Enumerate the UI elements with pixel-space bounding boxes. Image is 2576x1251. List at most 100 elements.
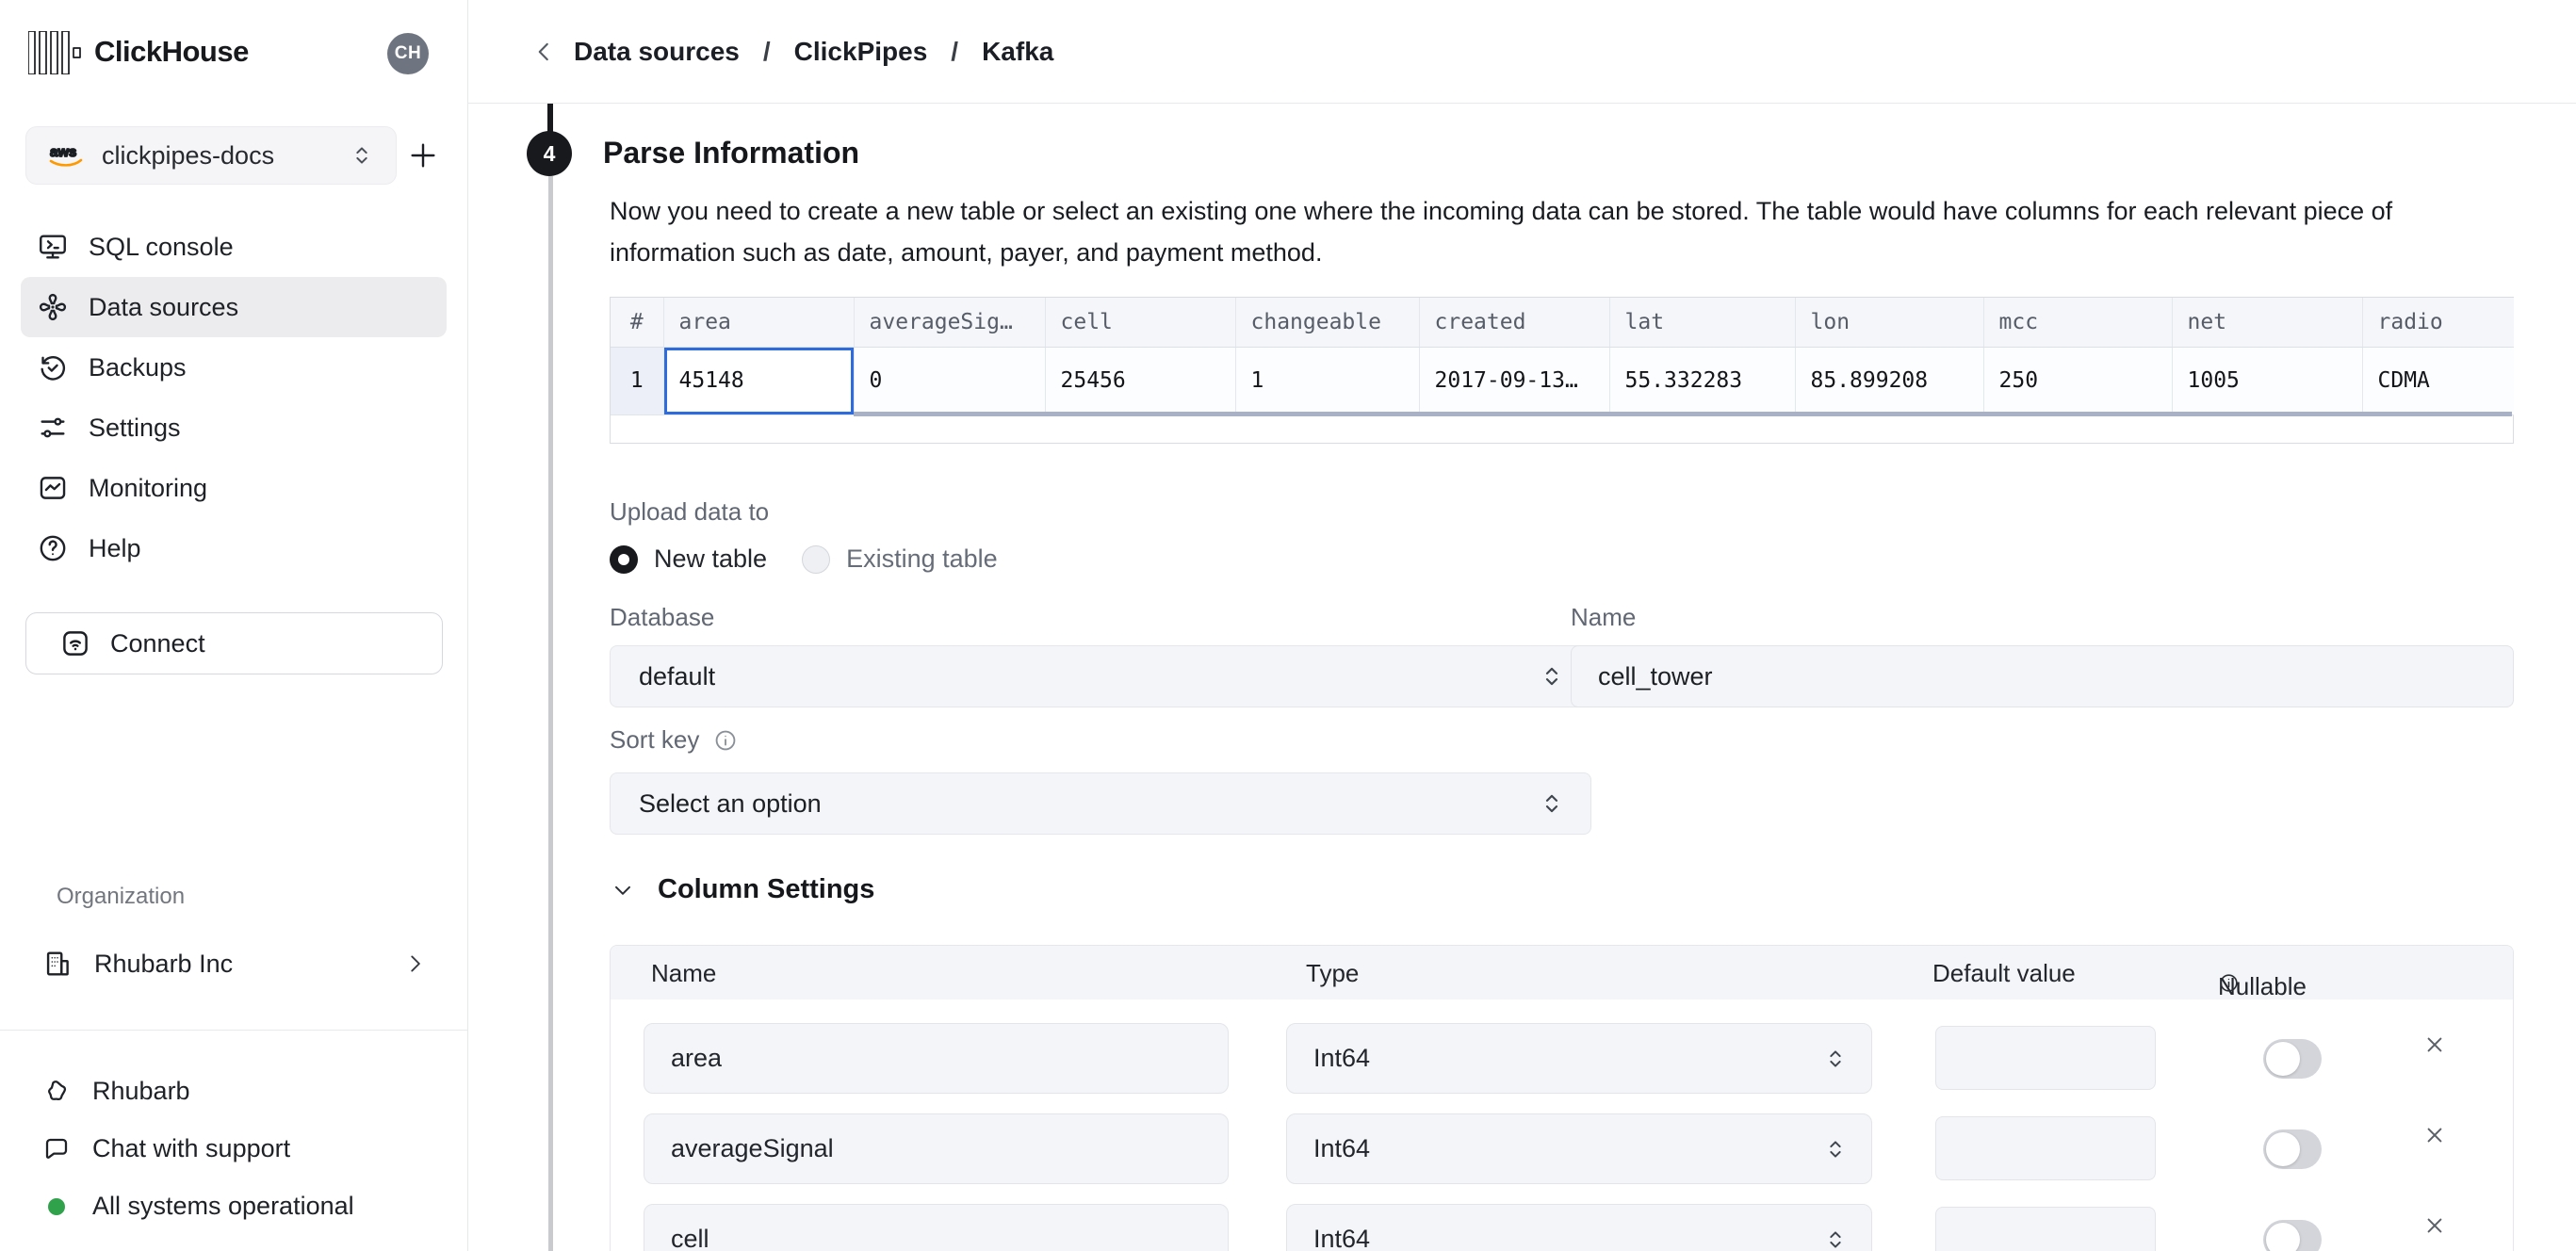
preview-cell[interactable]: 85.899208 — [1795, 347, 1983, 414]
sidebar-item-backups[interactable]: Backups — [21, 337, 447, 398]
sidebar-item-settings[interactable]: Settings — [21, 398, 447, 458]
footer-item-label: All systems operational — [92, 1192, 354, 1221]
database-select[interactable]: default — [610, 645, 1591, 707]
step-description: Now you need to create a new table or se… — [610, 190, 2494, 273]
table-name-label: Name — [1571, 603, 1636, 632]
column-settings-table: Name Type Default value Nullable areaInt… — [610, 945, 2514, 1251]
breadcrumb-item-data-sources[interactable]: Data sources — [574, 37, 740, 67]
sort-key-select-value: Select an option — [639, 789, 822, 819]
sidebar-item-data-sources[interactable]: Data sources — [21, 277, 447, 337]
preview-header-cell[interactable]: changeable — [1235, 298, 1419, 347]
footer-item-chat-with-support[interactable]: Chat with support — [25, 1120, 442, 1178]
preview-cell[interactable]: 1 — [1235, 347, 1419, 414]
column-settings-rows: areaInt64averageSignalInt64cellInt64 — [611, 999, 2513, 1251]
info-icon[interactable] — [713, 728, 738, 753]
sidebar-item-label: Help — [89, 534, 141, 563]
column-settings-title: Column Settings — [658, 874, 874, 905]
preview-header-row: #areaaverageSig…cellchangeablecreatedlat… — [611, 298, 2514, 347]
backups-icon — [37, 351, 69, 383]
sidebar-item-label: Backups — [89, 353, 187, 382]
column-settings-row-area: areaInt64 — [611, 999, 2513, 1090]
preview-header-cell[interactable]: area — [663, 298, 854, 347]
sidebar-item-sql-console[interactable]: SQL console — [21, 217, 447, 277]
column-type-value: Int64 — [1313, 1134, 1370, 1163]
column-settings-row-averagesignal: averageSignalInt64 — [611, 1090, 2513, 1180]
chevron-down-icon — [610, 877, 636, 903]
preview-cell[interactable]: 25456 — [1045, 347, 1235, 414]
building-icon — [41, 948, 73, 980]
preview-header-cell[interactable]: net — [2172, 298, 2362, 347]
remove-column-icon[interactable] — [2421, 1032, 2448, 1058]
nullable-toggle[interactable] — [2263, 1129, 2322, 1169]
monitoring-icon — [37, 472, 69, 504]
preview-cell[interactable]: 55.332283 — [1609, 347, 1795, 414]
service-selector[interactable]: aws clickpipes-docs — [25, 126, 397, 185]
column-default-value-input[interactable] — [1935, 1026, 2156, 1090]
footer-item-rhubarb[interactable]: Rhubarb — [25, 1063, 442, 1120]
step-badge: 4 — [527, 131, 572, 176]
sidebar-item-monitoring[interactable]: Monitoring — [21, 458, 447, 518]
header-type: Type — [1306, 959, 1359, 988]
connect-icon — [59, 627, 91, 659]
footer-item-label: Chat with support — [92, 1134, 290, 1163]
sidebar-item-label: Data sources — [89, 293, 238, 322]
preview-header-cell[interactable]: lat — [1609, 298, 1795, 347]
database-select-value: default — [639, 662, 715, 691]
table-name-input[interactable] — [1571, 645, 2514, 707]
sort-key-select[interactable]: Select an option — [610, 772, 1591, 835]
column-type-select[interactable]: Int64 — [1286, 1113, 1872, 1184]
preview-cell[interactable]: 45148 — [663, 347, 854, 414]
organization-selector[interactable]: Rhubarb Inc — [25, 933, 443, 995]
column-name-input[interactable]: averageSignal — [644, 1113, 1229, 1184]
remove-column-icon[interactable] — [2421, 1122, 2448, 1148]
avatar[interactable]: CH — [387, 33, 429, 74]
column-default-value-input[interactable] — [1935, 1116, 2156, 1180]
sidebar-item-label: SQL console — [89, 233, 234, 262]
column-settings-toggle[interactable]: Column Settings — [610, 874, 874, 905]
column-default-value-input[interactable] — [1935, 1207, 2156, 1251]
add-service-button[interactable] — [407, 139, 439, 171]
nullable-toggle[interactable] — [2263, 1220, 2322, 1251]
footer-item-all-systems-operational[interactable]: All systems operational — [25, 1178, 442, 1235]
column-name-input[interactable]: cell — [644, 1204, 1229, 1251]
preview-header-cell[interactable]: created — [1419, 298, 1609, 347]
column-type-select[interactable]: Int64 — [1286, 1023, 1872, 1094]
preview-header-cell[interactable]: cell — [1045, 298, 1235, 347]
sidebar-footer: Rhubarb Chat with support All systems oper… — [25, 1063, 442, 1235]
preview-cell[interactable]: 0 — [854, 347, 1045, 414]
breadcrumb-item-kafka[interactable]: Kafka — [982, 37, 1053, 67]
svg-text:aws: aws — [50, 144, 76, 160]
column-settings-header: Name Type Default value Nullable — [611, 946, 2513, 999]
nullable-toggle[interactable] — [2263, 1039, 2322, 1079]
preview-cell[interactable]: 250 — [1983, 347, 2172, 414]
breadcrumb-item-clickpipes[interactable]: ClickPipes — [794, 37, 928, 67]
column-type-select[interactable]: Int64 — [1286, 1204, 1872, 1251]
info-icon[interactable] — [2218, 972, 2240, 994]
connect-button[interactable]: Connect — [25, 612, 443, 674]
radio-option-new-table[interactable]: New table — [610, 544, 767, 574]
preview-cell[interactable]: 1005 — [2172, 347, 2362, 414]
preview-cell[interactable]: 2017-09-13… — [1419, 347, 1609, 414]
header-default-value: Default value — [1932, 959, 2076, 988]
column-settings-row-cell: cell Int64 — [611, 1180, 2513, 1251]
column-type-value: Int64 — [1313, 1044, 1370, 1073]
help-icon — [37, 532, 69, 564]
remove-column-icon[interactable] — [2421, 1212, 2448, 1239]
breadcrumb-separator: / — [763, 37, 771, 67]
preview-header-cell[interactable]: lon — [1795, 298, 1983, 347]
sidebar-item-help[interactable]: Help — [21, 518, 447, 578]
console-icon — [37, 231, 69, 263]
preview-header-cell[interactable]: mcc — [1983, 298, 2172, 347]
preview-header-cell[interactable]: averageSig… — [854, 298, 1045, 347]
chevron-updown-icon — [1822, 1227, 1849, 1251]
preview-data-row: 14514802545612017-09-13…55.33228385.8992… — [611, 347, 2514, 414]
preview-header-cell[interactable]: radio — [2362, 298, 2514, 347]
horizontal-scrollbar[interactable] — [854, 412, 2512, 416]
back-chevron-icon[interactable] — [530, 38, 559, 66]
sidebar-item-label: Monitoring — [89, 474, 207, 503]
column-name-input[interactable]: area — [644, 1023, 1229, 1094]
radio-option-existing-table[interactable]: Existing table — [802, 544, 998, 574]
preview-cell[interactable]: CDMA — [2362, 347, 2514, 414]
main-content: Data sources/ClickPipes/Kafka 4 Parse In… — [468, 0, 2576, 1251]
connect-label: Connect — [110, 629, 205, 658]
